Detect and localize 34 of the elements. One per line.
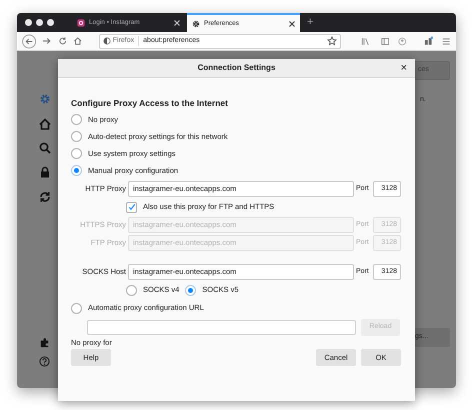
radio-button[interactable] (71, 165, 82, 176)
url-field[interactable] (87, 320, 356, 334)
checkbox[interactable] (126, 202, 137, 212)
close-tab-icon[interactable] (289, 20, 295, 26)
sidebar-icon[interactable] (380, 36, 390, 46)
back-icon[interactable] (22, 34, 36, 48)
lock-icon[interactable] (39, 166, 51, 178)
gear-icon (192, 20, 200, 28)
home-icon[interactable] (39, 118, 51, 130)
library-icon[interactable] (361, 36, 370, 46)
camera-icon (77, 18, 85, 26)
home-icon[interactable] (73, 36, 83, 46)
radio-button[interactable] (71, 131, 82, 142)
radio-button[interactable] (71, 148, 82, 159)
radio-button[interactable] (71, 302, 82, 314)
sync-icon[interactable] (39, 191, 51, 203)
new-tab-button[interactable]: + (307, 17, 314, 28)
dialog-title: Connection Settings (198, 62, 276, 74)
help-icon[interactable] (39, 356, 50, 367)
account-icon[interactable] (398, 36, 407, 46)
puzzle-icon[interactable] (39, 337, 50, 348)
forward-icon[interactable] (42, 36, 52, 46)
section-heading: Configure Proxy Access to the Internet (71, 97, 229, 110)
zoom-icon[interactable] (47, 19, 54, 26)
reload-icon[interactable] (58, 36, 68, 46)
radio-button[interactable] (185, 284, 196, 296)
minimize-icon[interactable] (36, 19, 43, 26)
close-window-icon[interactable] (25, 19, 32, 26)
menu-icon[interactable] (442, 36, 452, 46)
star-icon[interactable] (327, 36, 338, 46)
radio-button[interactable] (126, 284, 137, 296)
close-button[interactable]: × (400, 61, 407, 75)
radio-button[interactable] (71, 114, 82, 125)
search-icon[interactable] (39, 142, 51, 154)
